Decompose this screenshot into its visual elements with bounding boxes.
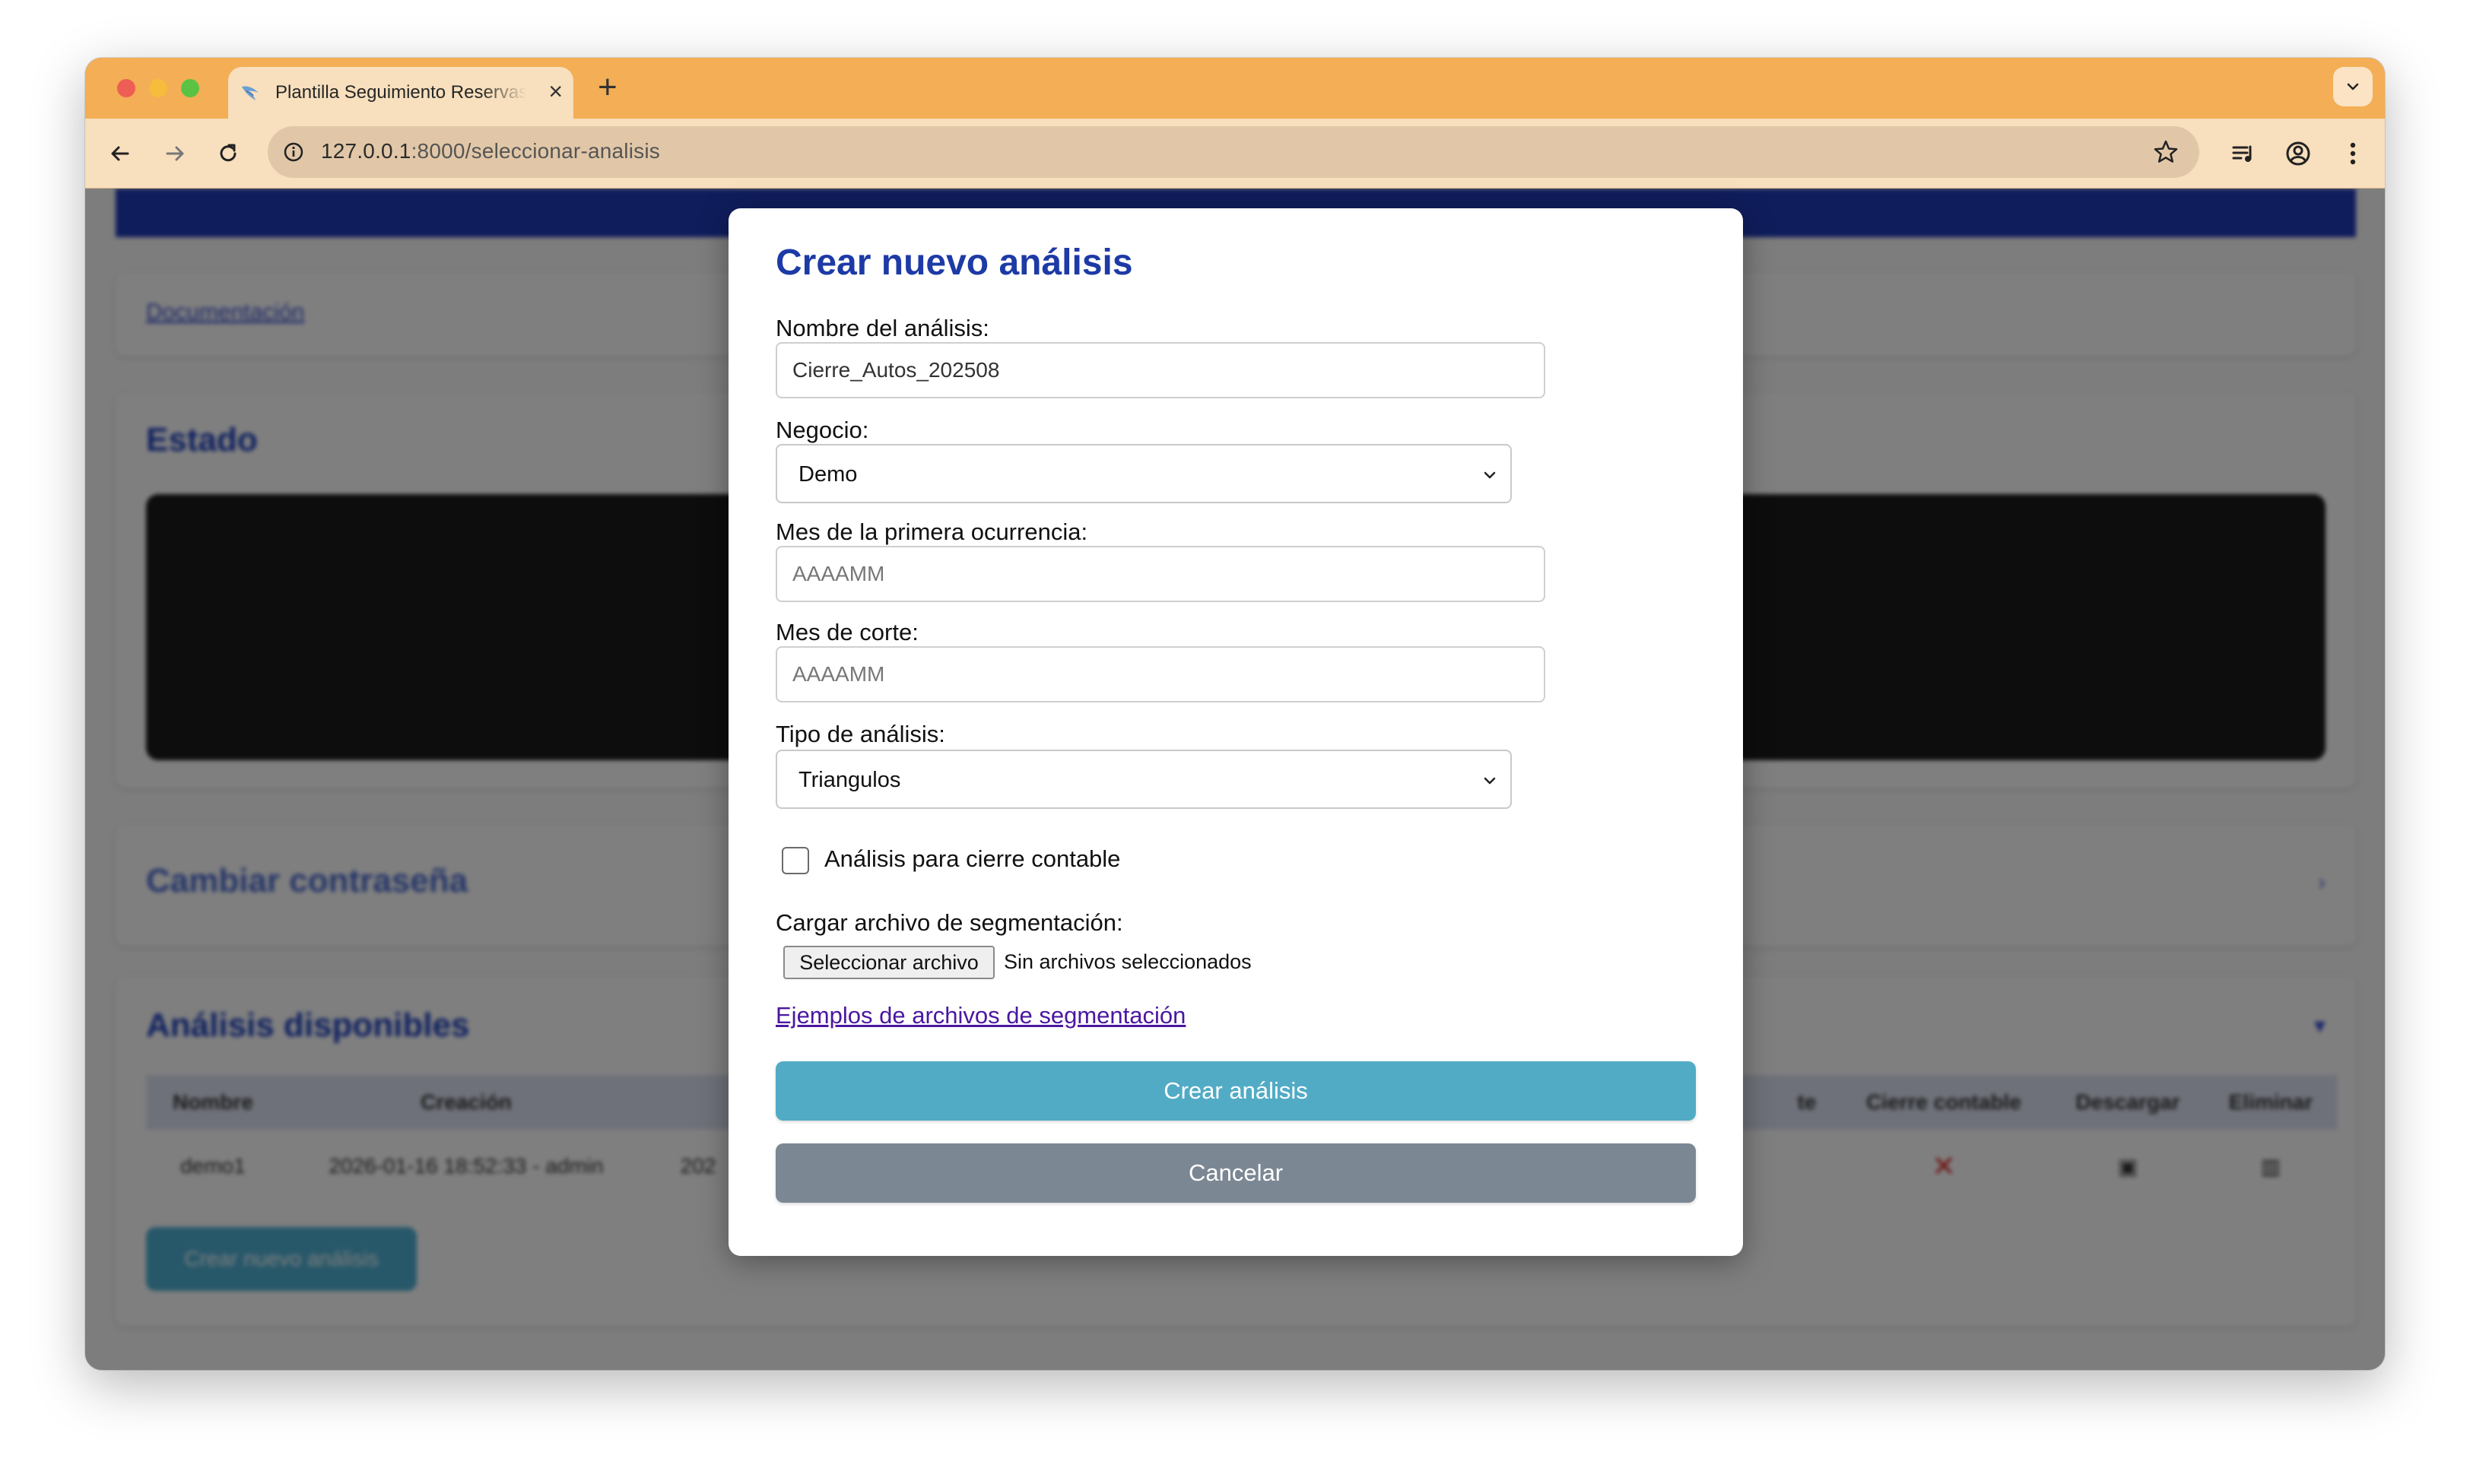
negocio-selected-value: Demo	[798, 462, 858, 487]
arrow-right-icon	[166, 146, 184, 161]
new-tab-icon[interactable]: +	[598, 68, 618, 106]
create-analysis-button[interactable]: Crear análisis	[776, 1061, 1696, 1121]
reload-button[interactable]	[211, 137, 245, 170]
mes-corte-label: Mes de corte:	[776, 619, 919, 645]
more-vertical-icon	[2350, 142, 2356, 165]
minimize-window-button[interactable]	[149, 79, 167, 97]
negocio-label: Negocio:	[776, 417, 869, 443]
tab-title: Plantilla Seguimiento Reservas	[275, 82, 526, 103]
mes-corte-input[interactable]	[776, 646, 1545, 702]
analysis-name-input[interactable]	[776, 342, 1545, 398]
cierre-contable-label[interactable]: Análisis para cierre contable	[824, 845, 1120, 873]
url-text[interactable]: 127.0.0.1:8000/seleccionar-analisis	[321, 139, 660, 163]
mes-primera-label: Mes de la primera ocurrencia:	[776, 518, 1088, 545]
tipo-label: Tipo de análisis:	[776, 721, 945, 747]
playlist-icon	[2232, 145, 2252, 162]
chevron-down-icon	[1484, 777, 1496, 785]
reload-icon	[220, 144, 237, 162]
site-favicon-icon	[242, 86, 259, 100]
tab-search-button[interactable]	[2333, 67, 2373, 106]
cancel-button[interactable]: Cancelar	[776, 1143, 1696, 1203]
name-label: Nombre del análisis:	[776, 315, 989, 341]
active-tab[interactable]: Plantilla Seguimiento Reservas ×	[228, 67, 573, 119]
forward-button[interactable]	[158, 137, 192, 170]
tab-bar: Plantilla Seguimiento Reservas × +	[85, 58, 2385, 119]
modal-title: Crear nuevo análisis	[776, 243, 1133, 283]
browser-menu-button[interactable]	[2336, 137, 2370, 170]
maximize-window-button[interactable]	[181, 79, 199, 97]
account-circle-icon	[2286, 141, 2310, 166]
segmentation-examples-link[interactable]: Ejemplos de archivos de segmentación	[776, 1002, 1186, 1029]
profile-button[interactable]	[2281, 137, 2315, 170]
url-host: 127.0.0.1	[321, 139, 411, 163]
back-button[interactable]	[103, 137, 137, 170]
url-path: :8000/seleccionar-analisis	[411, 139, 660, 163]
browser-window: Plantilla Seguimiento Reservas × + 127.0…	[85, 58, 2385, 1370]
address-bar[interactable]: 127.0.0.1:8000/seleccionar-analisis	[268, 126, 2199, 178]
mes-primera-input[interactable]	[776, 546, 1545, 602]
tipo-selected-value: Triangulos	[798, 768, 901, 792]
negocio-select[interactable]: Demo	[776, 444, 1512, 503]
media-control-button[interactable]	[2227, 137, 2260, 170]
site-info-icon[interactable]	[283, 141, 304, 163]
bookmark-star-icon[interactable]	[2152, 138, 2180, 166]
cierre-contable-checkbox[interactable]	[782, 847, 809, 874]
arrow-left-icon	[111, 146, 129, 161]
new-analysis-modal: Crear nuevo análisis Nombre del análisis…	[729, 208, 1743, 1256]
tab-close-icon[interactable]: ×	[548, 79, 563, 103]
segmentacion-label: Cargar archivo de segmentación:	[776, 909, 1123, 936]
browser-toolbar: 127.0.0.1:8000/seleccionar-analisis	[85, 119, 2385, 189]
tipo-select[interactable]: Triangulos	[776, 750, 1512, 809]
chevron-down-icon	[2347, 83, 2359, 90]
close-window-button[interactable]	[117, 79, 135, 97]
file-status-text: Sin archivos seleccionados	[1004, 950, 1252, 973]
select-file-button[interactable]: Seleccionar archivo	[783, 946, 995, 979]
chevron-down-icon	[1484, 471, 1496, 479]
